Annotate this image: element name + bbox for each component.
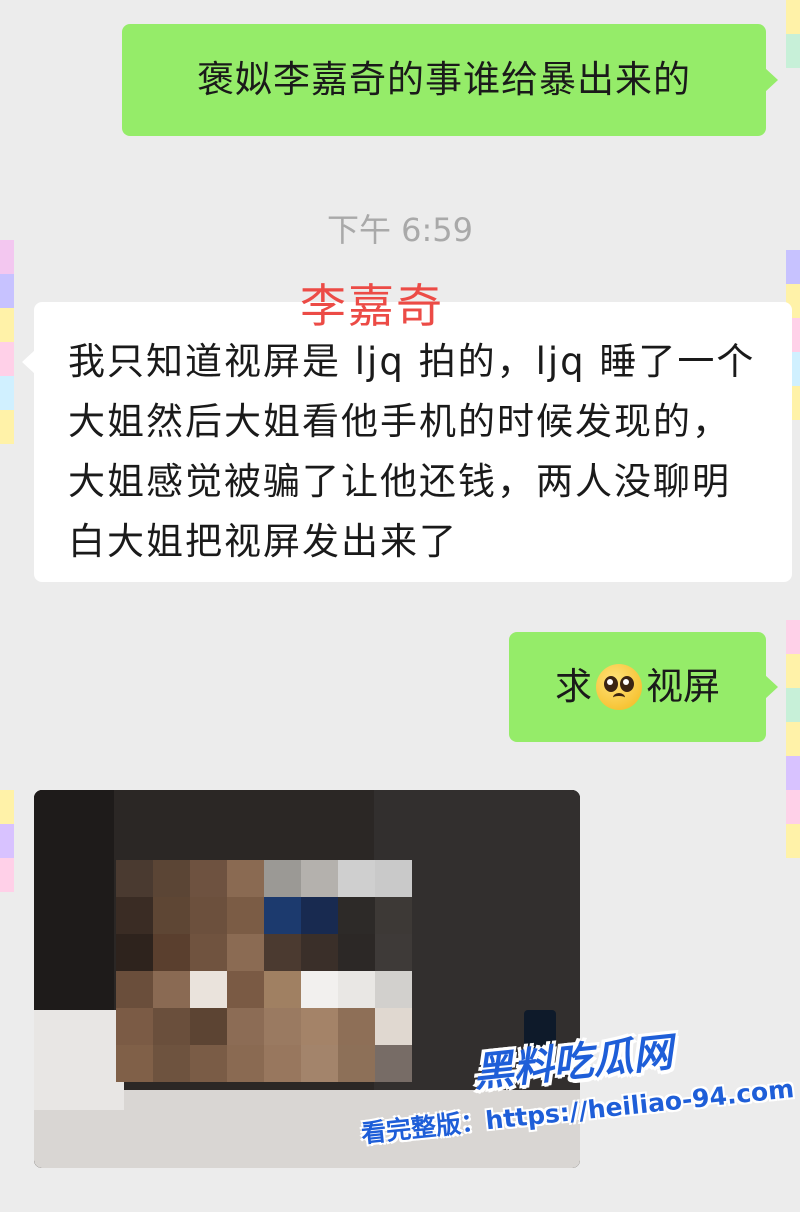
outgoing-message-bubble[interactable]: 求 视屏 <box>509 632 778 742</box>
pleading-face-icon <box>596 664 642 710</box>
message-text: 我只知道视屏是 ljq 拍的，ljq 睡了一个大姐然后大姐看他手机的时候发现的，… <box>68 340 756 563</box>
left-edge-decoration <box>0 790 14 892</box>
left-edge-decoration <box>0 240 14 444</box>
chat-screen: { "messages": { "outgoing_1": "褒姒李嘉奇的事谁给… <box>0 0 800 1200</box>
message-text: 求 <box>555 665 592 708</box>
outgoing-message-bubble[interactable]: 褒姒李嘉奇的事谁给暴出来的 <box>122 24 778 136</box>
message-text: 视屏 <box>646 665 720 708</box>
incoming-message-bubble[interactable]: 我只知道视屏是 ljq 拍的，ljq 睡了一个大姐然后大姐看他手机的时候发现的，… <box>22 302 792 582</box>
right-edge-decoration <box>786 0 800 68</box>
message-text: 褒姒李嘉奇的事谁给暴出来的 <box>197 58 691 101</box>
right-edge-decoration <box>786 620 800 858</box>
message-timestamp: 下午 6:59 <box>326 211 474 249</box>
sender-name-label: 李嘉奇 <box>300 279 444 333</box>
